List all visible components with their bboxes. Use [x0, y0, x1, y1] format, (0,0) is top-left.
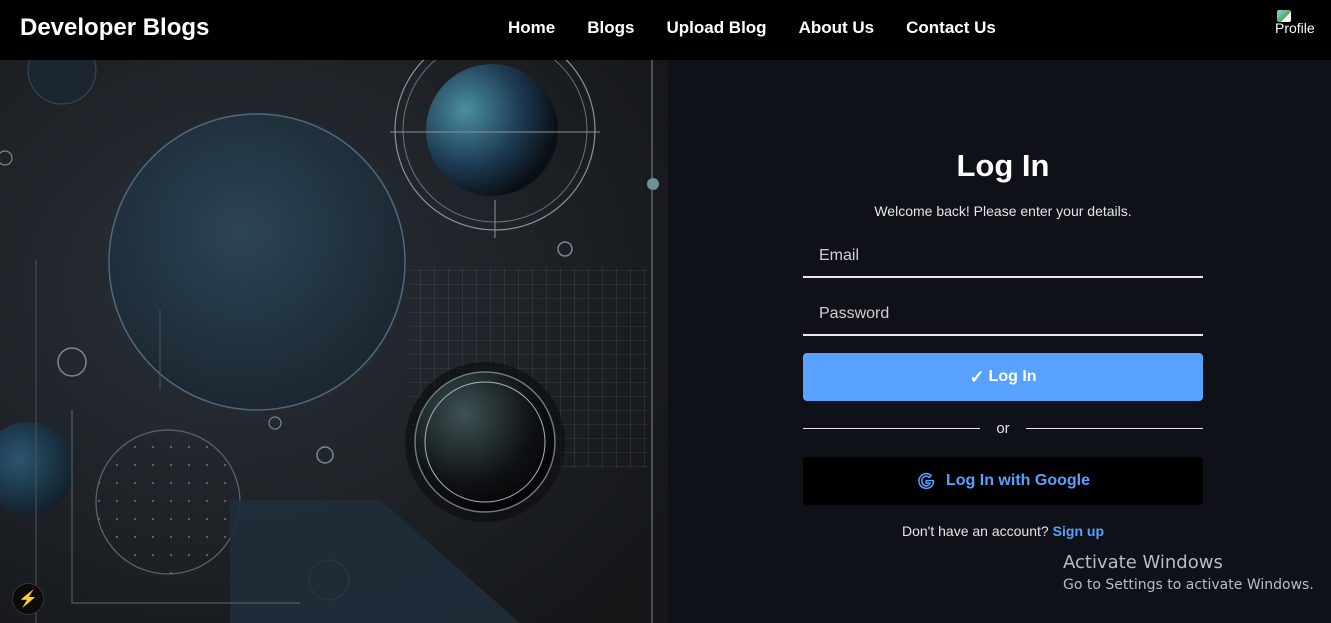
decorative-artwork: ⚡	[0, 60, 668, 623]
lightning-bolt-icon[interactable]: ⚡	[12, 583, 44, 615]
main-nav: Home Blogs Upload Blog About Us Contact …	[508, 18, 996, 38]
signup-link[interactable]: Sign up	[1053, 523, 1104, 539]
nav-blogs[interactable]: Blogs	[587, 18, 634, 38]
nav-about-us[interactable]: About Us	[799, 18, 875, 38]
email-field[interactable]	[803, 236, 1203, 278]
signup-prompt: Don't have an account?	[902, 523, 1049, 539]
divider-line-right	[1026, 428, 1203, 429]
login-panel: Log In Welcome back! Please enter your d…	[668, 60, 1331, 623]
google-login-button[interactable]: Log In with Google	[803, 457, 1203, 505]
watermark-line2: Go to Settings to activate Windows.	[1063, 577, 1314, 593]
signup-row: Don't have an account? Sign up	[668, 523, 1331, 539]
nav-upload-blog[interactable]: Upload Blog	[666, 18, 766, 38]
nav-contact-us[interactable]: Contact Us	[906, 18, 996, 38]
login-title: Log In	[956, 148, 1050, 183]
login-button-label: Log In	[988, 368, 1037, 385]
profile-alt-text: Profile	[1275, 20, 1315, 36]
windows-activation-watermark: Activate Windows Go to Settings to activ…	[1063, 552, 1314, 593]
top-navbar: Developer Blogs Home Blogs Upload Blog A…	[0, 0, 1331, 60]
profile-avatar[interactable]: Profile	[1275, 10, 1315, 44]
or-divider: or	[803, 418, 1203, 438]
site-brand[interactable]: Developer Blogs	[20, 14, 209, 42]
nav-home[interactable]: Home	[508, 18, 555, 38]
watermark-line1: Activate Windows	[1063, 552, 1223, 573]
google-icon	[918, 472, 935, 490]
login-subtitle: Welcome back! Please enter your details.	[874, 203, 1132, 219]
password-field[interactable]	[803, 294, 1203, 336]
abstract-art-image	[0, 60, 668, 623]
google-button-label: Log In with Google	[946, 472, 1090, 489]
check-icon: ✓	[969, 366, 985, 387]
login-button[interactable]: ✓ Log In	[803, 353, 1203, 401]
